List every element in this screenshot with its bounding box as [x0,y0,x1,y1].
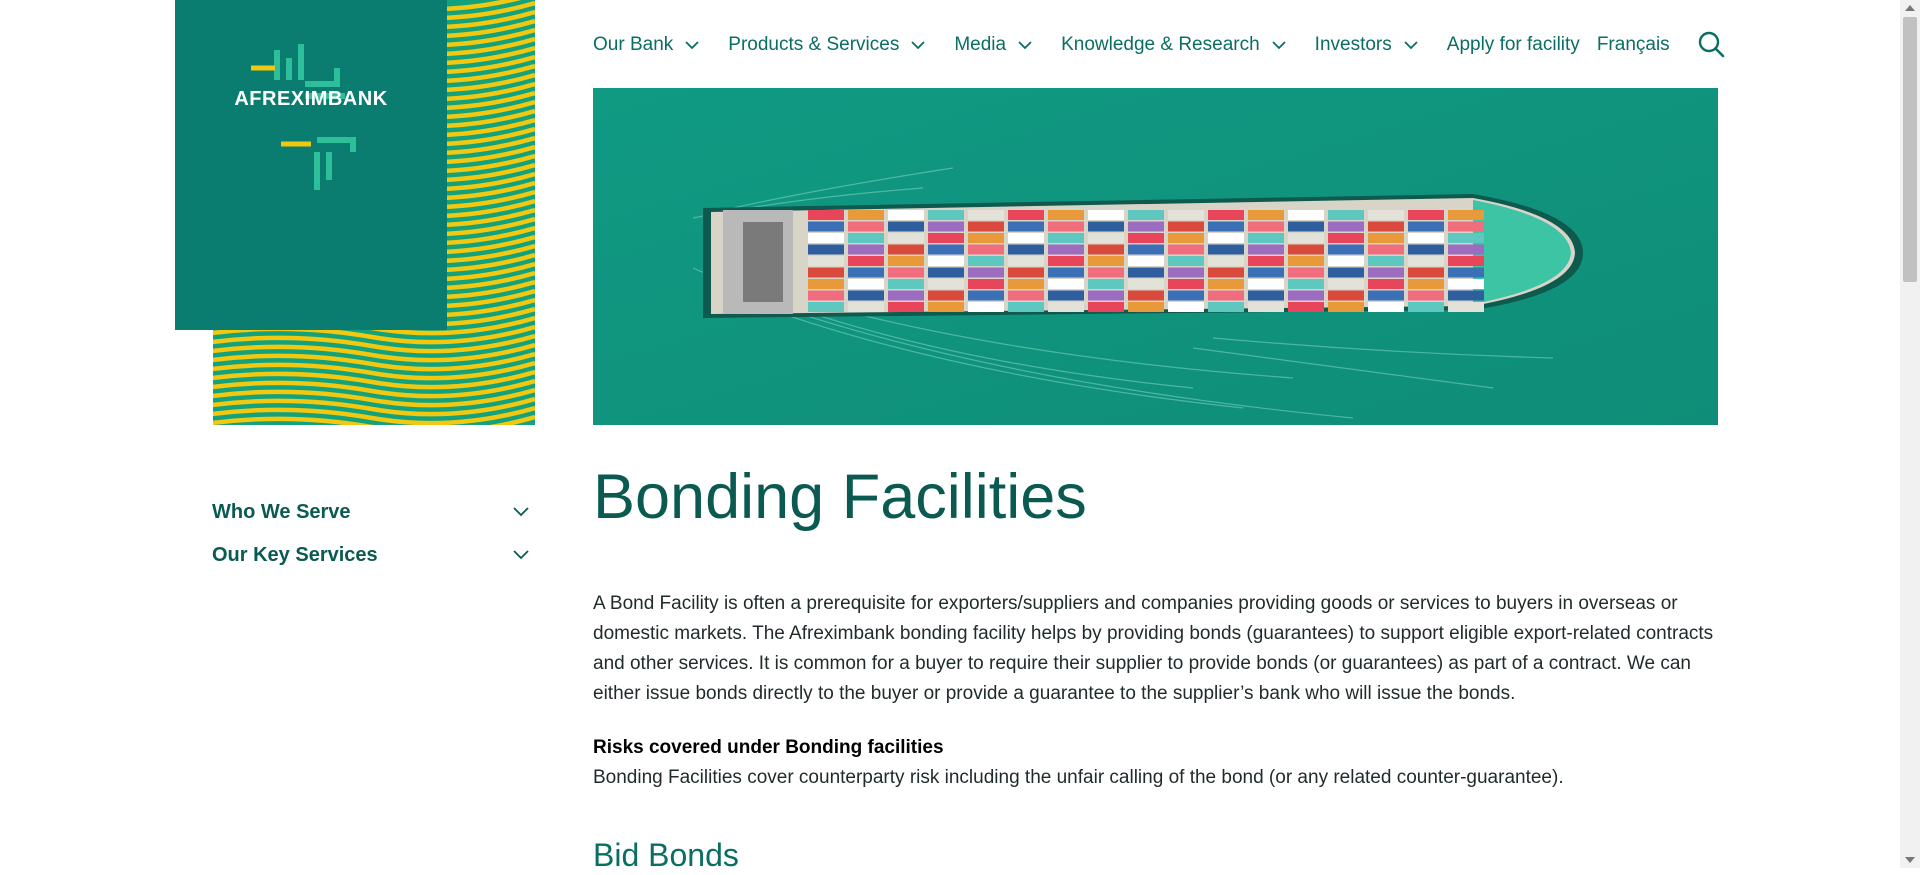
logo[interactable]: AFREXIMBANK [175,0,447,330]
sidebar-item-label: Who We Serve [212,500,351,523]
nav-label: Apply for facility [1446,34,1580,55]
main-nav: Our Bank Products & Services Media Knowl… [593,30,1687,60]
nav-our-bank[interactable]: Our Bank [593,34,699,56]
logo-text: AFREXIMBANK [234,88,388,110]
chevron-down-icon [685,40,699,49]
page-title: Bonding Facilities [593,462,1087,532]
search-icon[interactable] [1697,30,1725,58]
intro-paragraph: A Bond Facility is often a prerequisite … [593,593,1714,704]
nav-label: Media [954,34,1007,55]
chevron-down-icon [1272,40,1286,49]
sidebar: Who We Serve Our Key Services [212,500,535,586]
sidebar-item-label: Our Key Services [212,543,378,566]
nav-products-services[interactable]: Products & Services [728,34,925,56]
nav-label: Products & Services [728,34,900,55]
chevron-down-icon [1404,40,1418,49]
nav-investors[interactable]: Investors [1315,34,1418,56]
brand-notch [175,330,213,425]
nav-label: Our Bank [593,34,674,55]
section-heading-bid-bonds: Bid Bonds [593,837,739,873]
nav-label: Knowledge & Research [1061,34,1260,55]
nav-media[interactable]: Media [954,34,1032,56]
main-content: Bonding Facilities A Bond Facility is of… [593,462,1718,875]
chevron-down-icon [1018,40,1032,49]
hero-image [593,88,1718,425]
sidebar-item-who-we-serve[interactable]: Who We Serve [212,500,535,524]
risks-paragraph: Bonding Facilities cover counterparty ri… [593,767,1564,788]
chevron-down-icon [911,40,925,49]
nav-label: Investors [1314,34,1392,55]
chevron-down-icon [513,507,529,517]
nav-language-francais[interactable]: Français [1597,34,1670,56]
scroll-down-arrow-icon[interactable] [1905,857,1915,863]
container-ship-image [593,88,1718,425]
nav-label: Français [1596,34,1670,55]
nav-knowledge-research[interactable]: Knowledge & Research [1061,34,1286,56]
scroll-up-arrow-icon[interactable] [1905,5,1915,11]
nav-apply-for-facility[interactable]: Apply for facility [1447,34,1580,56]
logo-mark-icon [251,44,356,190]
risks-heading: Risks covered under Bonding facilities [593,737,944,758]
scrollbar[interactable] [1900,0,1920,868]
scroll-thumb[interactable] [1903,17,1917,282]
chevron-down-icon [513,550,529,560]
sidebar-item-our-key-services[interactable]: Our Key Services [212,543,535,567]
